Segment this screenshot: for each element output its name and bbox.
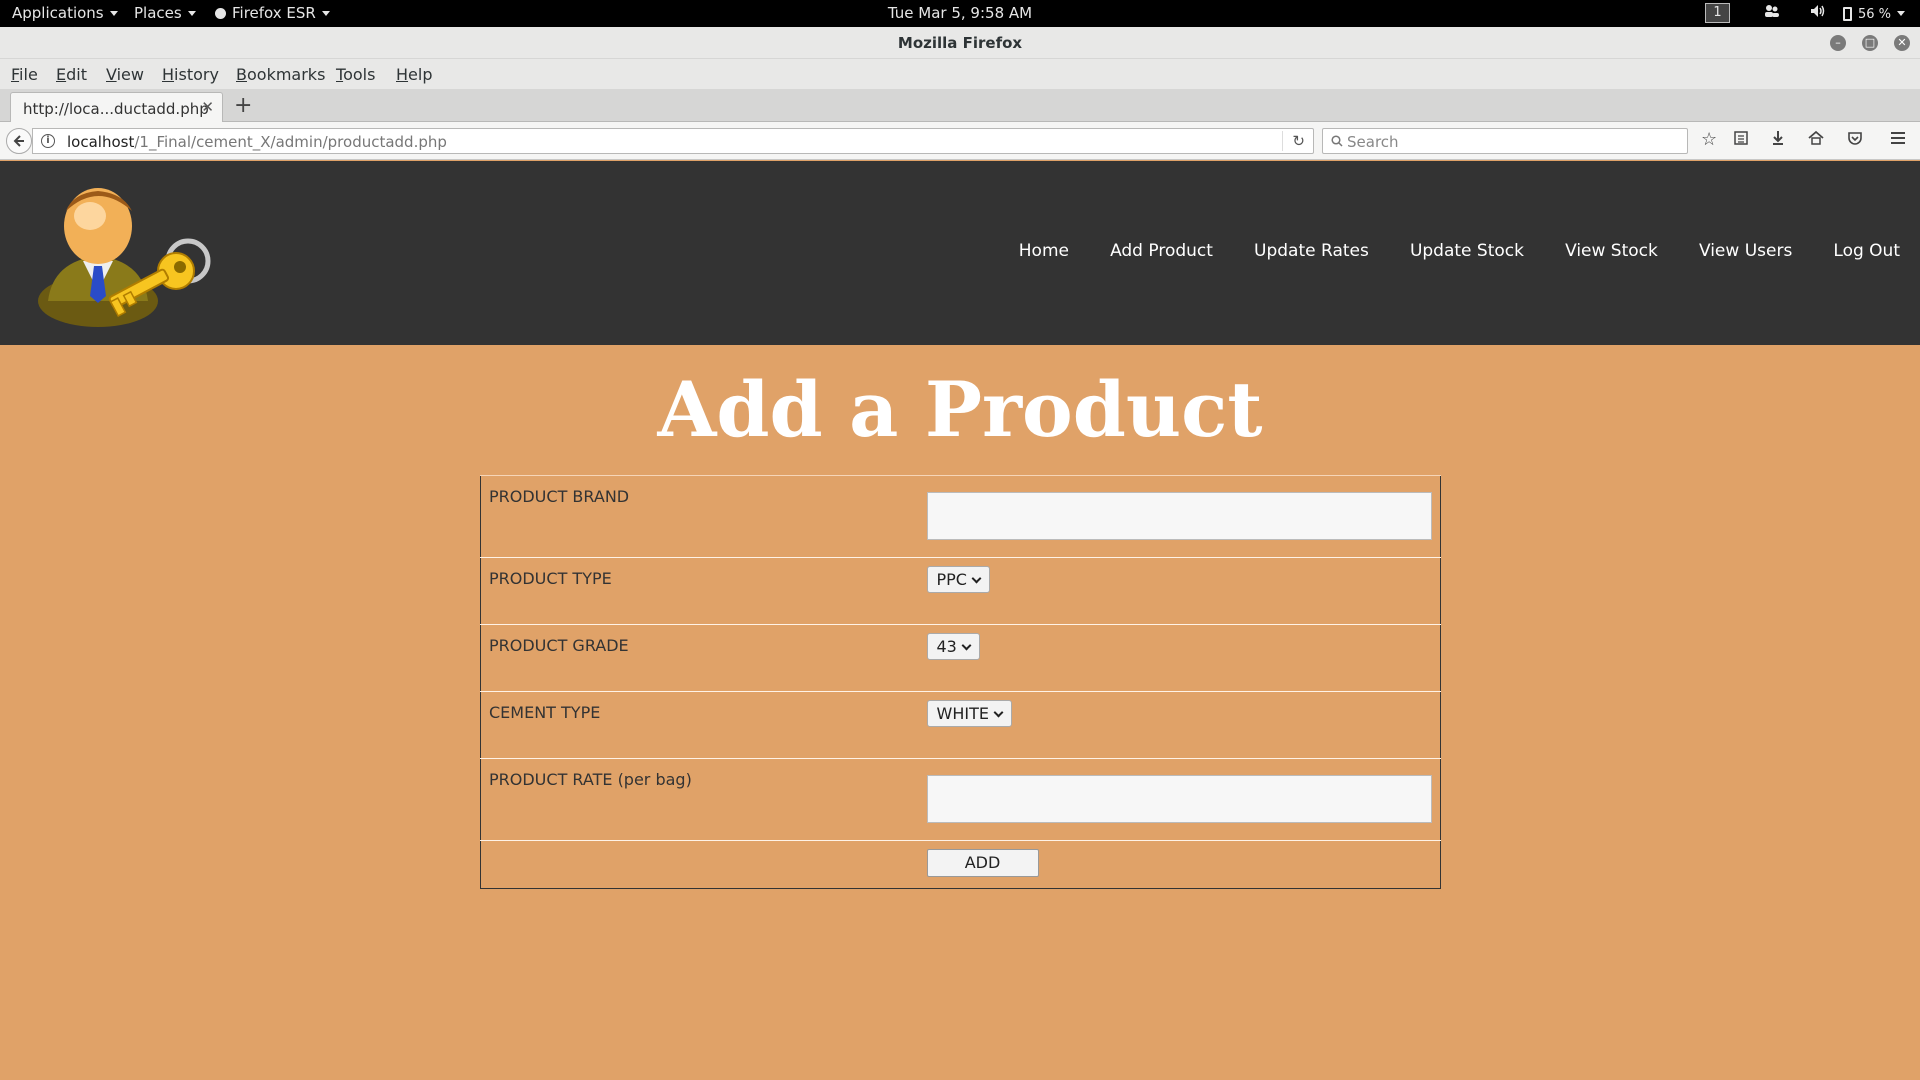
tab-productadd[interactable]: http://loca...ductadd.php ✕ (10, 92, 223, 123)
chevron-down-icon (993, 707, 1004, 718)
pocket-icon[interactable] (1847, 130, 1863, 151)
firefox-app-label: Firefox ESR (232, 4, 316, 22)
nav-update-rates[interactable]: Update Rates (1254, 241, 1369, 261)
form-row-cement: CEMENT TYPE WHITE (480, 691, 1441, 759)
url-host: localhost (67, 133, 135, 151)
chevron-down-icon (961, 640, 972, 651)
rate-label: PRODUCT RATE (per bag) (480, 758, 919, 841)
tab-title: http://loca...ductadd.php (23, 100, 209, 118)
menu-view[interactable]: View (106, 65, 144, 84)
window-title: Mozilla Firefox (897, 34, 1023, 52)
rate-cell (918, 758, 1441, 841)
form-row-submit: ADD (480, 840, 1441, 889)
search-placeholder: Search (1347, 133, 1399, 151)
download-icon[interactable] (1771, 130, 1785, 151)
site-nav: Home Add Product Update Rates Update Sto… (983, 241, 1900, 261)
form-row-rate: PRODUCT RATE (per bag) (480, 758, 1441, 841)
chevron-down-icon (1897, 11, 1906, 16)
nav-home[interactable]: Home (1019, 241, 1069, 261)
hamburger-menu-icon[interactable] (1890, 130, 1906, 150)
menu-bar: File Edit View History Bookmarks Tools H… (0, 59, 1920, 89)
submit-spacer (480, 840, 919, 889)
product-type-select[interactable]: PPC (926, 566, 990, 593)
product-brand-input[interactable] (926, 492, 1432, 540)
window-titlebar: Mozilla Firefox – □ ✕ (0, 27, 1920, 59)
menu-bookmarks[interactable]: Bookmarks (236, 65, 325, 84)
chevron-down-icon (321, 11, 330, 16)
brand-cell (918, 475, 1441, 558)
brand-label: PRODUCT BRAND (480, 475, 919, 558)
search-icon (1331, 135, 1343, 147)
minimize-icon[interactable]: – (1830, 35, 1846, 51)
url-text[interactable]: localhost/1_Final/cement_X/admin/product… (67, 133, 447, 151)
nav-view-users[interactable]: View Users (1699, 241, 1792, 261)
form-row-brand: PRODUCT BRAND (480, 475, 1441, 558)
back-arrow-icon (13, 135, 24, 147)
form-row-grade: PRODUCT GRADE 43 (480, 624, 1441, 692)
workspace-indicator[interactable]: 1 (1705, 3, 1730, 23)
places-label: Places (134, 4, 182, 22)
applications-label: Applications (12, 4, 104, 22)
tab-strip: http://loca...ductadd.php ✕ + (0, 89, 1920, 123)
form-row-type: PRODUCT TYPE PPC (480, 557, 1441, 625)
url-path: /1_Final/cement_X/admin/productadd.php (134, 133, 447, 151)
nav-log-out[interactable]: Log Out (1833, 241, 1900, 261)
chevron-down-icon (971, 573, 982, 584)
maximize-icon[interactable]: □ (1862, 35, 1878, 51)
battery-status[interactable]: 56 % (1843, 4, 1906, 22)
menu-edit[interactable]: Edit (56, 65, 87, 84)
add-product-form: PRODUCT BRAND PRODUCT TYPE PPC PRODUCT G… (480, 475, 1441, 889)
close-icon[interactable]: ✕ (1894, 35, 1910, 51)
product-grade-value: 43 (936, 637, 957, 656)
cement-type-value: WHITE (936, 704, 989, 723)
reading-list-icon[interactable] (1733, 130, 1749, 151)
close-tab-icon[interactable]: ✕ (201, 98, 214, 116)
chevron-down-icon (187, 11, 196, 16)
volume-icon[interactable] (1810, 4, 1826, 22)
product-type-value: PPC (936, 570, 967, 589)
submit-cell: ADD (918, 840, 1441, 889)
battery-percent: 56 % (1858, 7, 1892, 22)
nav-view-stock[interactable]: View Stock (1565, 241, 1658, 261)
back-button[interactable] (6, 128, 32, 154)
battery-icon (1843, 6, 1852, 21)
nav-update-stock[interactable]: Update Stock (1410, 241, 1524, 261)
page-title: Add a Product (657, 365, 1263, 454)
grade-cell: 43 (918, 624, 1441, 692)
places-menu[interactable]: Places (134, 4, 196, 22)
type-cell: PPC (918, 557, 1441, 625)
gnome-top-bar: Applications Places Firefox ESR Tue Mar … (0, 0, 1920, 27)
menu-help[interactable]: Help (396, 65, 432, 84)
applications-menu[interactable]: Applications (12, 4, 118, 22)
url-bar[interactable]: i localhost/1_Final/cement_X/admin/produ… (32, 128, 1314, 154)
cement-label: CEMENT TYPE (480, 691, 919, 759)
menu-file[interactable]: File (11, 65, 38, 84)
people-icon[interactable] (1764, 4, 1780, 22)
chevron-down-icon (109, 11, 118, 16)
bookmark-star-icon[interactable]: ☆ (1701, 130, 1717, 150)
product-rate-input[interactable] (926, 775, 1432, 823)
menu-tools[interactable]: Tools (336, 65, 375, 84)
site-header: Home Add Product Update Rates Update Sto… (0, 161, 1920, 345)
grade-label: PRODUCT GRADE (480, 624, 919, 692)
cement-cell: WHITE (918, 691, 1441, 759)
cement-type-select[interactable]: WHITE (926, 700, 1012, 727)
firefox-app-menu[interactable]: Firefox ESR (215, 4, 330, 22)
new-tab-button[interactable]: + (234, 93, 252, 118)
info-icon[interactable]: i (41, 134, 55, 148)
menu-history[interactable]: History (162, 65, 219, 84)
search-bar[interactable]: Search (1322, 128, 1688, 154)
add-button[interactable]: ADD (926, 849, 1039, 877)
type-label: PRODUCT TYPE (480, 557, 919, 625)
firefox-icon (215, 8, 226, 19)
admin-key-logo[interactable] (28, 181, 218, 331)
navigation-toolbar: i localhost/1_Final/cement_X/admin/produ… (0, 122, 1920, 160)
url-divider (1282, 131, 1283, 151)
reload-icon[interactable]: ↻ (1292, 132, 1305, 150)
home-icon[interactable] (1808, 130, 1824, 151)
product-grade-select[interactable]: 43 (926, 633, 980, 660)
nav-add-product[interactable]: Add Product (1110, 241, 1213, 261)
